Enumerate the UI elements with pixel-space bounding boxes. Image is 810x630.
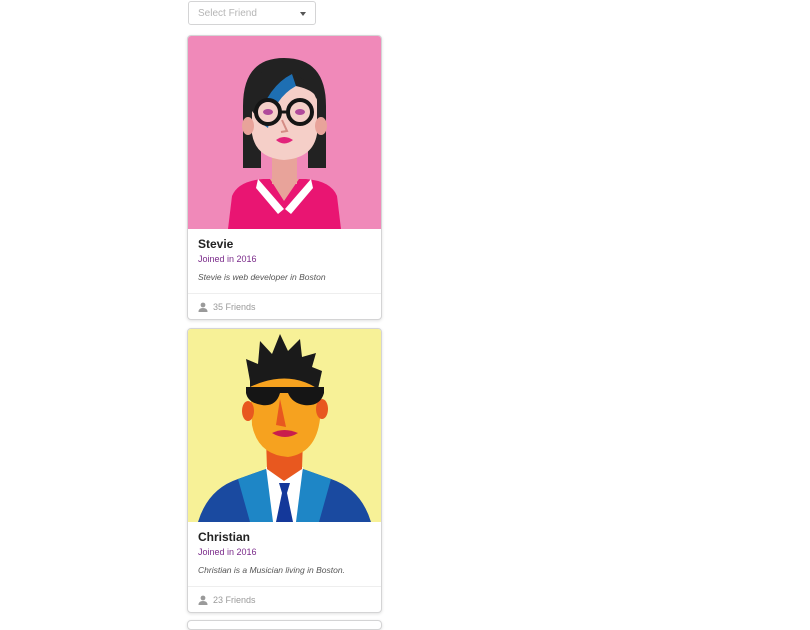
friend-count[interactable]: 35 Friends [188, 293, 381, 319]
friend-joined: Joined in 2016 [198, 547, 257, 557]
friend-count-label: 35 Friends [213, 302, 256, 312]
friend-name[interactable]: Christian [198, 530, 371, 544]
friend-name[interactable]: Stevie [198, 237, 371, 251]
friend-description: Stevie is web developer in Boston [198, 272, 326, 282]
card-content: Christian Joined in 2016 Christian is a … [188, 522, 381, 586]
friend-card-stevie[interactable]: Stevie Joined in 2016 Stevie is web deve… [187, 35, 382, 320]
dropdown-caret-icon [300, 12, 306, 16]
friend-description: Christian is a Musician living in Boston… [198, 565, 345, 575]
user-icon [198, 302, 208, 312]
friend-joined: Joined in 2016 [198, 254, 257, 264]
friend-count-label: 23 Friends [213, 595, 256, 605]
friend-count[interactable]: 23 Friends [188, 586, 381, 612]
user-icon [198, 595, 208, 605]
stevie-avatar-image [188, 36, 381, 229]
card-content: Stevie Joined in 2016 Stevie is web deve… [188, 229, 381, 293]
dropdown-placeholder: Select Friend [198, 8, 257, 19]
christian-avatar-image [188, 329, 381, 522]
friend-card-christian[interactable]: Christian Joined in 2016 Christian is a … [187, 328, 382, 613]
select-friend-dropdown[interactable]: Select Friend [188, 1, 316, 25]
